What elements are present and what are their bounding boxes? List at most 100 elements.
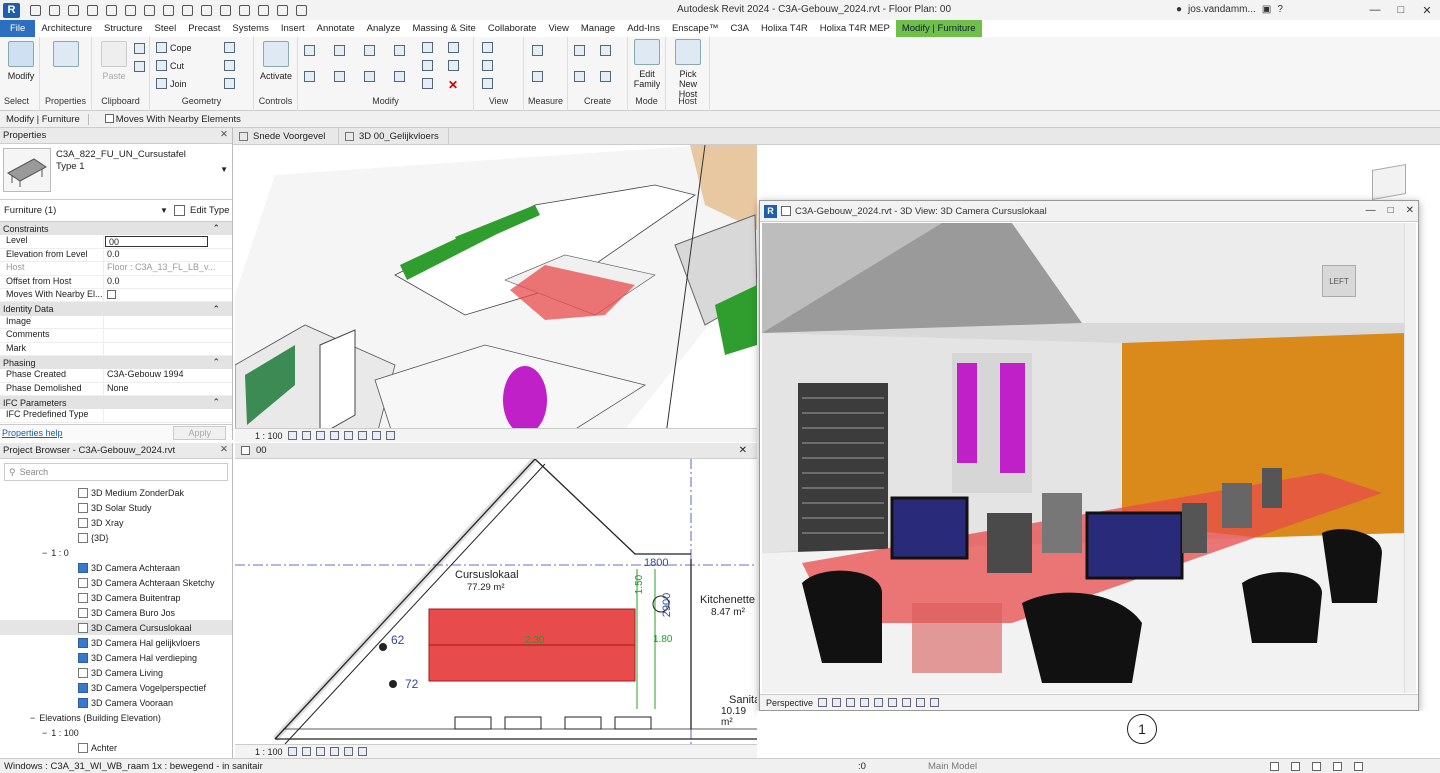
section-icon[interactable] (220, 4, 231, 16)
sun-path-icon[interactable] (846, 698, 856, 707)
property-value[interactable] (104, 289, 232, 301)
properties-help-link[interactable]: Properties help (2, 428, 63, 438)
browser-item[interactable]: Achter (0, 740, 232, 755)
tab-structure[interactable]: Structure (98, 20, 149, 37)
move-button[interactable] (304, 71, 315, 82)
tab-snede-voorgevel[interactable]: Snede Voorgevel (233, 128, 339, 144)
sun-path-icon[interactable] (315, 431, 325, 440)
property-value[interactable] (104, 409, 232, 421)
room-name-cursuslokaal[interactable]: Cursuslokaal (455, 569, 519, 581)
delete-button[interactable]: ✕ (448, 78, 458, 92)
temporary-hide-icon[interactable] (916, 698, 926, 707)
reveal-hidden-icon[interactable] (385, 431, 395, 440)
browser-item[interactable]: 3D Camera Vogelperspectief (0, 680, 232, 695)
show-crop-icon[interactable] (902, 698, 912, 707)
revit-logo[interactable]: R (3, 2, 20, 18)
tab-precast[interactable]: Precast (182, 20, 226, 37)
tab-holixa-t4r-mep[interactable]: Holixa T4R MEP (814, 20, 896, 37)
edit-type-button[interactable]: Edit Type (174, 205, 229, 216)
tag-62[interactable]: 62 (391, 633, 404, 647)
copy-button[interactable] (134, 43, 145, 54)
split-button[interactable] (422, 42, 433, 53)
browser-item[interactable]: 3D Camera Achteraan Sketchy (0, 575, 232, 590)
customize-qat-icon[interactable] (296, 4, 307, 16)
redo-icon[interactable] (106, 4, 117, 16)
create-assembly-button[interactable] (600, 45, 611, 56)
join-button[interactable]: Join (156, 78, 187, 89)
tag-72[interactable]: 72 (405, 677, 418, 691)
browser-item[interactable]: 3D Camera Cursuslokaal (0, 620, 232, 635)
dimension-180[interactable]: 1.80 (653, 634, 672, 645)
select-underlay-icon[interactable] (1291, 761, 1300, 771)
browser-item[interactable]: 3D Camera Buro Jos (0, 605, 232, 620)
modify-button[interactable]: Modify (3, 41, 39, 81)
mirror-axis-button[interactable] (364, 45, 375, 56)
user-name[interactable]: jos.vandamm... (1188, 4, 1256, 15)
dimension-icon[interactable] (163, 4, 174, 16)
cut-clip-button[interactable] (134, 61, 145, 72)
collapse-icon[interactable]: − (30, 713, 35, 723)
moves-nearby-checkbox[interactable] (107, 290, 116, 300)
open-icon[interactable] (30, 4, 41, 16)
grid-bubble[interactable]: 1 (1127, 714, 1157, 744)
collapse-icon[interactable]: − (42, 728, 47, 738)
3d-view-top[interactable]: 1 : 100 (235, 145, 757, 442)
tab-c3a[interactable]: C3A (724, 20, 754, 37)
perspective-label[interactable]: Perspective (766, 698, 813, 708)
category-filter[interactable]: Furniture (1) (4, 205, 56, 216)
visual-style-icon[interactable] (301, 747, 311, 756)
crop-view-icon[interactable] (343, 747, 353, 756)
detail-level-icon[interactable] (287, 747, 297, 756)
tab-steel[interactable]: Steel (149, 20, 183, 37)
properties-button[interactable] (48, 41, 84, 71)
property-value[interactable]: None (104, 383, 232, 395)
maximize-icon[interactable]: □ (1388, 205, 1394, 216)
geom-tool-3[interactable] (224, 78, 235, 89)
tab-analyze[interactable]: Analyze (361, 20, 407, 37)
tab-file[interactable]: File (0, 20, 36, 37)
tab-massing-site[interactable]: Massing & Site (406, 20, 481, 37)
close-hidden-icon[interactable] (258, 4, 269, 16)
browser-item[interactable]: − Elevations (Building Elevation) (0, 710, 232, 725)
collapse-icon[interactable]: − (42, 548, 47, 558)
offset-button[interactable] (334, 45, 345, 56)
browser-item[interactable]: 3D Camera Achteraan (0, 560, 232, 575)
print-icon[interactable] (125, 4, 136, 16)
section-header[interactable]: Identity Data ⌃ (0, 302, 232, 316)
3d-view-icon[interactable] (201, 4, 212, 16)
rotate-button[interactable] (364, 71, 375, 82)
render-icon[interactable] (874, 698, 884, 707)
cart-icon[interactable]: ▣ (1262, 4, 1271, 15)
tab-add-ins[interactable]: Add-Ins (621, 20, 666, 37)
browser-search[interactable]: ⚲ Search (4, 463, 228, 481)
section-header[interactable]: Constraints ⌃ (0, 222, 232, 236)
tab-annotate[interactable]: Annotate (311, 20, 361, 37)
create-parts-button[interactable] (574, 71, 585, 82)
shadows-icon[interactable] (860, 698, 870, 707)
tab-collaborate[interactable]: Collaborate (482, 20, 543, 37)
show-crop-icon[interactable] (357, 431, 367, 440)
create-similar-button[interactable] (600, 71, 611, 82)
measure-icon[interactable] (144, 4, 155, 16)
property-value[interactable] (104, 329, 232, 341)
tab-3d-gelijkvloers[interactable]: 3D 00_Gelijkvloers (339, 128, 449, 144)
pin-button[interactable] (448, 42, 459, 53)
close-icon[interactable]: ✕ (220, 444, 228, 455)
select-pinned-icon[interactable] (1312, 761, 1321, 771)
save-icon[interactable] (49, 4, 60, 16)
array-button[interactable] (422, 60, 433, 71)
browser-item[interactable]: 3D Camera Buitentrap (0, 590, 232, 605)
tag-icon[interactable] (182, 4, 193, 16)
property-value[interactable]: 00 (105, 236, 208, 247)
help-icon[interactable]: ? (1277, 4, 1283, 15)
close-icon[interactable]: ✕ (1414, 0, 1440, 20)
browser-item[interactable]: 3D Xray (0, 515, 232, 530)
scale-button[interactable] (422, 78, 433, 89)
collapse-icon[interactable]: ⌃ (212, 397, 220, 408)
tab-modify-furniture[interactable]: Modify | Furniture (895, 20, 982, 37)
sync-icon[interactable] (68, 4, 79, 16)
override-button[interactable] (482, 60, 493, 71)
sun-path-icon[interactable] (315, 747, 325, 756)
geom-tool-2[interactable] (224, 60, 235, 71)
tab-architecture[interactable]: Architecture (35, 20, 98, 37)
